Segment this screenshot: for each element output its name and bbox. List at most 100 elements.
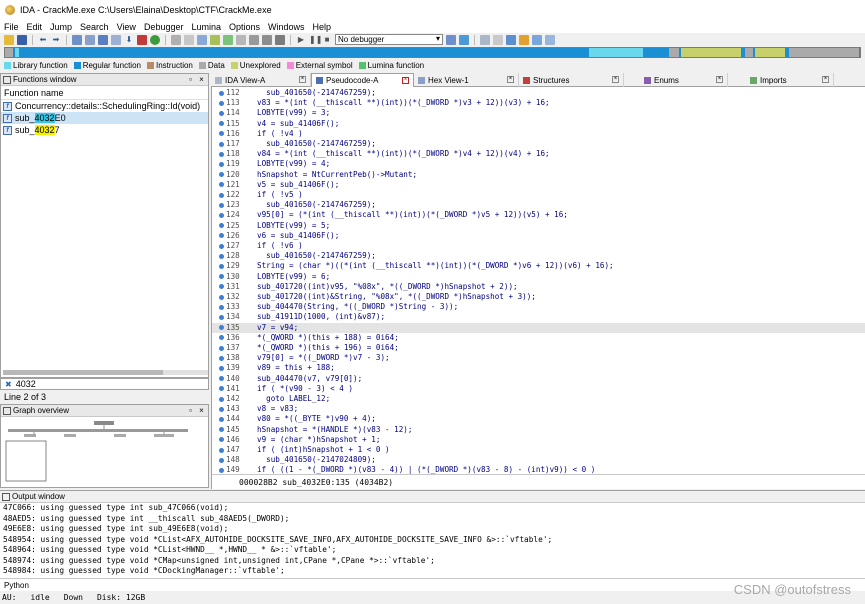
- code-line[interactable]: 133 sub_404470(String, *((_DWORD *)String…: [212, 302, 865, 312]
- code-line[interactable]: 142 goto LABEL_12;: [212, 394, 865, 404]
- code-line[interactable]: 148 sub_401650(-2147024809);: [212, 455, 865, 465]
- tab-ida-view-a[interactable]: IDA View-A ×: [211, 73, 311, 87]
- code-line[interactable]: 128 sub_401650(-2147467259);: [212, 251, 865, 261]
- breakpoint-dot-icon[interactable]: [219, 212, 224, 218]
- lumina-diff-icon[interactable]: [532, 34, 542, 45]
- attach-icon[interactable]: [459, 34, 469, 45]
- function-icon[interactable]: [223, 34, 233, 45]
- array-icon[interactable]: [236, 34, 246, 45]
- code-line[interactable]: 135 v7 = v94;: [212, 322, 865, 333]
- menu-options[interactable]: Options: [229, 22, 260, 32]
- debugger-select[interactable]: No debugger: [335, 34, 443, 45]
- data-icon[interactable]: [184, 34, 194, 45]
- code-line[interactable]: 119 LOBYTE(v99) = 4;: [212, 159, 865, 169]
- menu-file[interactable]: File: [4, 22, 19, 32]
- breakpoint-dot-icon[interactable]: [219, 437, 224, 443]
- run-script-icon[interactable]: [150, 34, 160, 45]
- debugger-options-icon[interactable]: [446, 34, 456, 45]
- breakpoint-dot-icon[interactable]: [219, 263, 224, 269]
- binary-icon[interactable]: [72, 34, 82, 45]
- breakpoint-dot-icon[interactable]: [219, 345, 224, 351]
- code-line[interactable]: 137 *(_QWORD *)(this + 196) = 0i64;: [212, 343, 865, 353]
- breakpoint-dot-icon[interactable]: [219, 161, 224, 167]
- float-icon[interactable]: ▫: [186, 75, 195, 84]
- breakpoint-dot-icon[interactable]: [219, 365, 224, 371]
- horizontal-scrollbar[interactable]: [3, 370, 208, 375]
- menu-view[interactable]: View: [117, 22, 136, 32]
- menu-windows[interactable]: Windows: [268, 22, 305, 32]
- code-line[interactable]: 139 v89 = this + 188;: [212, 363, 865, 373]
- breakpoint-dot-icon[interactable]: [219, 121, 224, 127]
- breakpoint-dot-icon[interactable]: [219, 396, 224, 402]
- function-row-selected[interactable]: f sub_ 4032 E0: [1, 112, 208, 124]
- code-line[interactable]: 141 if ( *(v90 - 3) < 4 ): [212, 384, 865, 394]
- clear-filter-icon[interactable]: ✖: [5, 380, 12, 389]
- code-line[interactable]: 149 if ( ((1 - *(_DWORD *)(v83 - 4)) | (*…: [212, 465, 865, 474]
- code-line[interactable]: 122 if ( !v5 ): [212, 190, 865, 200]
- breakpoint-dot-icon[interactable]: [219, 284, 224, 290]
- breakpoint-dot-icon[interactable]: [219, 294, 224, 300]
- breakpoint-dot-icon[interactable]: [219, 314, 224, 320]
- function-name-column-header[interactable]: Function name: [1, 86, 208, 100]
- search-imm-icon[interactable]: [111, 34, 121, 45]
- code-line[interactable]: 117 sub_401650(-2147467259);: [212, 139, 865, 149]
- back-arrow-icon[interactable]: ⬅: [38, 35, 48, 45]
- breakpoint-dot-icon[interactable]: [219, 243, 224, 249]
- unexplored-icon[interactable]: [210, 34, 220, 45]
- menu-debugger[interactable]: Debugger: [144, 22, 184, 32]
- save-icon[interactable]: [17, 34, 27, 45]
- function-filter[interactable]: ✖ 4032: [0, 378, 209, 390]
- tab-imports[interactable]: Imports ×: [728, 73, 834, 87]
- code-line[interactable]: 123 sub_401650(-2147467259);: [212, 200, 865, 210]
- breakpoint-dot-icon[interactable]: [219, 151, 224, 157]
- code-line[interactable]: 116 if ( !v4 ): [212, 129, 865, 139]
- function-row[interactable]: f Concurrency::details::SchedulingRing::…: [1, 100, 208, 112]
- breakpoint-dot-icon[interactable]: [219, 233, 224, 239]
- code-line[interactable]: 131 sub_401720((int)v95, "%08x", *((_DWOR…: [212, 282, 865, 292]
- breakpoint-dot-icon[interactable]: [219, 447, 224, 453]
- search-binary-icon[interactable]: [98, 34, 108, 45]
- tab-hex-view-1[interactable]: Hex View-1 ×: [414, 73, 519, 87]
- settings-icon[interactable]: [545, 34, 555, 45]
- search-text-icon[interactable]: [85, 34, 95, 45]
- scrollbar-thumb[interactable]: [3, 370, 163, 375]
- breakpoint-dot-icon[interactable]: [219, 467, 224, 473]
- breakpoint-dot-icon[interactable]: [219, 90, 224, 96]
- code-line[interactable]: 134 sub_41911D(1000, (int)&v87);: [212, 312, 865, 322]
- tab-close-icon[interactable]: ×: [822, 76, 829, 83]
- tab-close-icon[interactable]: ×: [402, 77, 409, 84]
- pseudocode-view[interactable]: 112 sub_401650(-2147467259); 113 v83 = *(i…: [211, 87, 865, 474]
- code-line[interactable]: 132 sub_401720((int)&String, "%08x", *((_…: [212, 292, 865, 302]
- code-line[interactable]: 126 v6 = sub_41406F();: [212, 231, 865, 241]
- menu-jump[interactable]: Jump: [50, 22, 72, 32]
- forward-arrow-icon[interactable]: ➡: [51, 35, 61, 45]
- play-icon[interactable]: ▶: [296, 35, 306, 45]
- code-line[interactable]: 125 LOBYTE(v99) = 5;: [212, 221, 865, 231]
- breakpoint-dot-icon[interactable]: [219, 182, 224, 188]
- code-line[interactable]: 145 hSnapshot = *(HANDLE *)(v83 - 12);: [212, 425, 865, 435]
- function-row[interactable]: f sub_ 4032 7: [1, 124, 208, 136]
- tab-close-icon[interactable]: ×: [299, 76, 306, 83]
- code-line[interactable]: 144 v80 = *((_BYTE *)v90 + 4);: [212, 414, 865, 424]
- menu-lumina[interactable]: Lumina: [191, 22, 221, 32]
- menu-edit[interactable]: Edit: [27, 22, 43, 32]
- close-icon[interactable]: ×: [197, 75, 206, 84]
- breakpoint-dot-icon[interactable]: [219, 304, 224, 310]
- breakpoint-dot-icon[interactable]: [219, 376, 224, 382]
- breakpoint-dot-icon[interactable]: [219, 274, 224, 280]
- proximity-icon[interactable]: [493, 34, 503, 45]
- menu-help[interactable]: Help: [313, 22, 332, 32]
- navigation-band[interactable]: [4, 47, 861, 58]
- lumina-pull-icon[interactable]: [506, 34, 516, 45]
- lumina-push-icon[interactable]: [519, 34, 529, 45]
- tab-pseudocode-a[interactable]: Pseudocode-A ×: [311, 73, 414, 87]
- code-line[interactable]: 138 v79[0] = *((_DWORD *)v7 - 3);: [212, 353, 865, 363]
- breakpoint-dot-icon[interactable]: [219, 457, 224, 463]
- breakpoint-dot-icon[interactable]: [219, 253, 224, 259]
- code-line[interactable]: 147 if ( (int)hSnapshot + 1 < 0 ): [212, 445, 865, 455]
- xrefs-icon[interactable]: [275, 34, 285, 45]
- code-line[interactable]: 115 v4 = sub_41406F();: [212, 119, 865, 129]
- code-icon[interactable]: [171, 34, 181, 45]
- breakpoint-dot-icon[interactable]: [219, 223, 224, 229]
- code-line[interactable]: 124 v95[0] = (*(int (__thiscall **)(int))…: [212, 210, 865, 220]
